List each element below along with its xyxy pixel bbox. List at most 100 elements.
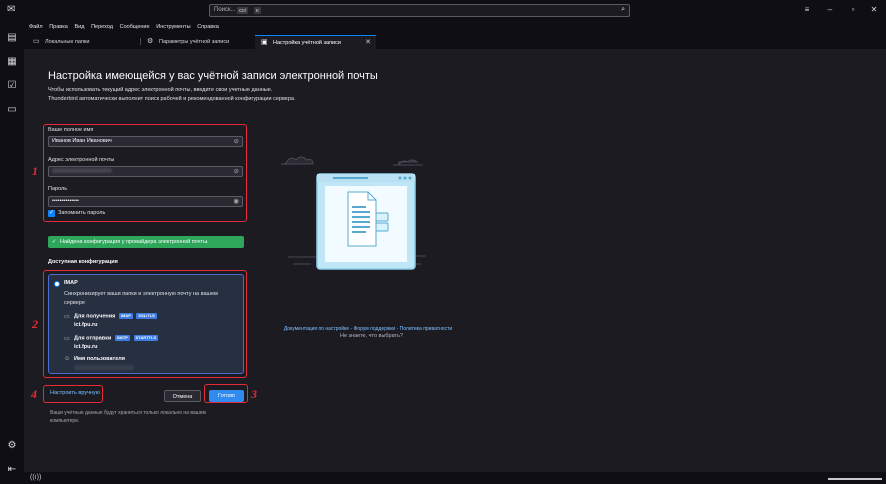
privacy-policy-link[interactable]: Политика приватности xyxy=(400,326,453,332)
remember-password-checkbox[interactable]: ✓ xyxy=(48,210,55,217)
done-button[interactable]: Готово xyxy=(209,390,244,402)
privacy-footnote-line2: компьютере. xyxy=(50,418,80,424)
support-forum-link[interactable]: Форум поддержки xyxy=(354,326,396,332)
shortcut-key-ctrl: Ctrl xyxy=(237,7,248,14)
menu-bar: Файл Правка Вид Переход Сообщение Инстру… xyxy=(24,22,886,33)
success-message: Найдена конфигурация у провайдера электр… xyxy=(60,239,209,245)
settings-icon: ⚙ xyxy=(147,38,154,45)
config-description-line1: Синхронизирует ваши папки и электронную … xyxy=(64,291,218,297)
incoming-label: Для получения xyxy=(74,313,116,320)
remember-password-label: Запомнить пароль xyxy=(58,210,106,216)
tab-label: Локальные папки xyxy=(45,39,90,45)
intro-text-line2: Thunderbird автоматически выполнит поиск… xyxy=(48,96,296,102)
outgoing-security-badge: STARTTLS xyxy=(133,335,159,341)
minimize-icon[interactable]: – xyxy=(823,4,837,16)
collapse-sidebar-icon[interactable]: ⇤ xyxy=(6,464,18,476)
tab-label: Параметры учётной записи xyxy=(159,39,230,45)
full-name-value: Иванов Иван Иванович xyxy=(52,138,112,144)
link-separator: - xyxy=(396,326,399,332)
annotation-number-3: 3 xyxy=(251,387,257,401)
mail-app-icon: ✉ xyxy=(7,4,16,15)
incoming-security-badge: SSL/TLS xyxy=(136,313,157,319)
tasks-icon[interactable]: ☑ xyxy=(6,80,18,92)
help-question: Не знаете, что выбрать? xyxy=(340,333,404,339)
settings-gear-icon[interactable]: ⚙ xyxy=(6,440,18,452)
available-config-title: Доступная конфигурация xyxy=(48,259,118,265)
clear-field-icon[interactable]: ⊘ xyxy=(234,137,239,146)
password-label: Пароль xyxy=(48,186,68,192)
search-placeholder: Поиск... xyxy=(214,7,236,13)
config-description-line2: сервере xyxy=(64,300,85,306)
privacy-footnote-line1: Ваши учётные данные будут храниться толь… xyxy=(50,410,206,416)
outgoing-protocol-badge: SMTP xyxy=(114,335,130,341)
annotation-number-4: 4 xyxy=(31,387,37,401)
username-label: Имя пользователя xyxy=(74,356,125,362)
menu-view[interactable]: Вид xyxy=(74,22,84,33)
calendar-icon[interactable]: ▦ xyxy=(6,56,18,68)
address-book-icon[interactable]: ▤ xyxy=(6,32,18,44)
incoming-server: ict.fpu.ru xyxy=(74,322,98,328)
account-setup-page: Настройка имеющейся у вас учётной записи… xyxy=(24,49,886,472)
close-tab-icon[interactable]: ✕ xyxy=(365,36,371,50)
outbox-icon: ▭ xyxy=(64,336,70,342)
document-illustration xyxy=(281,156,426,270)
annotation-number-1: 1 xyxy=(32,164,38,178)
status-bar: ((ı)) xyxy=(24,472,886,484)
full-name-input[interactable]: Иванов Иван Иванович ⊘ xyxy=(48,136,243,147)
search-icon[interactable]: ⌕ xyxy=(621,6,625,14)
menu-go[interactable]: Переход xyxy=(91,22,113,33)
tab-label: Настройка учётной записи xyxy=(273,40,341,46)
annotation-number-2: 2 xyxy=(32,317,38,331)
email-input[interactable]: ⊘ xyxy=(48,166,243,177)
clear-field-icon[interactable]: ⊘ xyxy=(234,167,239,176)
close-window-icon[interactable]: ✕ xyxy=(867,4,881,16)
password-input[interactable]: •••••••••••••• ◉ xyxy=(48,196,243,207)
user-icon: ☺ xyxy=(64,356,71,362)
link-separator: - xyxy=(350,326,353,332)
intro-text-line1: Чтобы использовать текущий адрес электро… xyxy=(48,87,273,93)
success-notification: ✓ Найдена конфигурация у провайдера элект… xyxy=(48,236,244,248)
menu-file[interactable]: Файл xyxy=(29,22,43,33)
tab-bar: ▭ Локальные папки ⚙ Параметры учётной за… xyxy=(24,33,886,49)
incoming-row: Для получения IMAP SSL/TLS xyxy=(74,313,157,319)
activity-progress xyxy=(828,478,882,480)
imap-radio[interactable] xyxy=(54,281,60,287)
tab-account-setup[interactable]: ▣ Настройка учётной записи ✕ xyxy=(255,35,376,49)
name-label: Ваше полное имя xyxy=(48,127,94,133)
show-password-eye-icon[interactable]: ◉ xyxy=(233,197,239,206)
spaces-toolbar: ▤ ▦ ☑ ▭ ⚙ ⇤ xyxy=(0,22,24,484)
check-icon: ✓ xyxy=(51,239,57,245)
menu-tools[interactable]: Инструменты xyxy=(156,22,190,33)
menu-help[interactable]: Справка xyxy=(197,22,219,33)
shortcut-key-k: K xyxy=(254,7,262,14)
protocol-label: IMAP xyxy=(64,280,78,286)
tab-account-settings[interactable]: ⚙ Параметры учётной записи xyxy=(141,35,255,49)
email-label: Адрес электронной почты xyxy=(48,157,115,163)
page-title: Настройка имеющейся у вас учётной записи… xyxy=(48,70,378,82)
account-icon: ▣ xyxy=(261,39,268,46)
incoming-protocol-badge: IMAP xyxy=(118,313,133,319)
global-search-input[interactable]: Поиск... Ctrl K ⌕ xyxy=(209,4,630,17)
title-bar: ✉ Поиск... Ctrl K ⌕ ≡ – ▫ ✕ xyxy=(0,0,886,22)
outgoing-server: ict.fpu.ru xyxy=(74,344,98,350)
help-links: Документация по настройке - Форум поддер… xyxy=(273,326,463,332)
password-value: •••••••••••••• xyxy=(52,198,79,204)
app-menu-icon[interactable]: ≡ xyxy=(800,4,814,16)
blurred-username-value xyxy=(74,365,134,370)
outgoing-label: Для отправки xyxy=(74,335,112,342)
chat-icon[interactable]: ▭ xyxy=(6,104,18,116)
tab-local-folders[interactable]: ▭ Локальные папки xyxy=(27,35,137,49)
connection-status-icon[interactable]: ((ı)) xyxy=(30,472,41,484)
setup-docs-link[interactable]: Документация по настройке xyxy=(284,326,349,332)
imap-config-option[interactable]: IMAP Синхронизирует ваши папки и электро… xyxy=(48,274,244,374)
folder-icon: ▭ xyxy=(33,38,40,45)
progress-fill xyxy=(828,478,882,480)
blurred-email-value xyxy=(52,168,112,174)
inbox-icon: ▭ xyxy=(64,314,70,320)
maximize-icon[interactable]: ▫ xyxy=(846,4,860,16)
menu-message[interactable]: Сообщение xyxy=(120,22,150,33)
outgoing-row: Для отправки SMTP STARTTLS xyxy=(74,335,159,342)
manual-config-button[interactable]: Настроить вручную xyxy=(50,390,100,396)
cancel-button[interactable]: Отмена xyxy=(164,390,201,402)
menu-edit[interactable]: Правка xyxy=(49,22,68,33)
